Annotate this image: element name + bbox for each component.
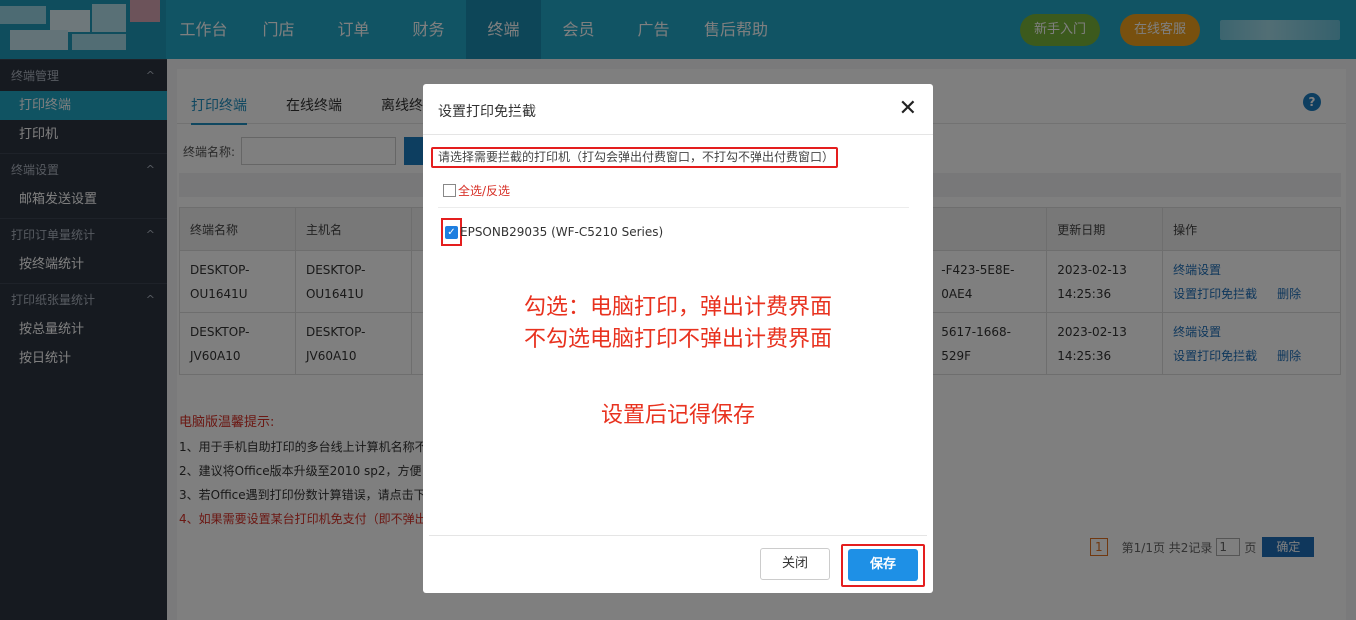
footer-divider	[429, 535, 927, 536]
close-icon[interactable]: ✕	[899, 96, 917, 121]
close-button[interactable]: 关闭	[760, 548, 830, 580]
printer-checkbox[interactable]: ✓	[445, 225, 458, 239]
dialog-header: 设置打印免拦截 ✕	[423, 84, 933, 135]
annotation-unchecked: 不勾选电脑打印不弹出计费界面	[523, 327, 832, 352]
annotation-checked: 勾选：电脑打印，弹出计费界面	[523, 295, 832, 320]
annotation-save-reminder: 设置后记得保存	[600, 403, 755, 428]
select-all-label: 全选/反选	[458, 184, 511, 198]
print-exempt-dialog: 设置打印免拦截 ✕ 请选择需要拦截的打印机（打勾会弹出付费窗口，不打勾不弹出付费…	[423, 84, 933, 593]
save-highlight-box: 保存	[841, 544, 925, 587]
save-button[interactable]: 保存	[848, 549, 918, 581]
printer-name: EPSONB29035 (WF-C5210 Series)	[460, 225, 664, 239]
printer-row: ✓ EPSONB29035 (WF-C5210 Series)	[441, 218, 663, 246]
select-all-checkbox[interactable]	[443, 184, 456, 197]
divider	[438, 207, 909, 208]
app-window: 工作台 门店 订单 财务 终端 会员 广告 售后帮助 新手入门 在线客服 终端管…	[0, 0, 1356, 620]
dialog-title: 设置打印免拦截	[438, 104, 536, 120]
printer-select-notice: 请选择需要拦截的打印机（打勾会弹出付费窗口，不打勾不弹出付费窗口）	[431, 147, 838, 168]
select-all-toggle[interactable]: 全选/反选	[443, 182, 510, 199]
highlight-box: ✓	[441, 218, 462, 246]
